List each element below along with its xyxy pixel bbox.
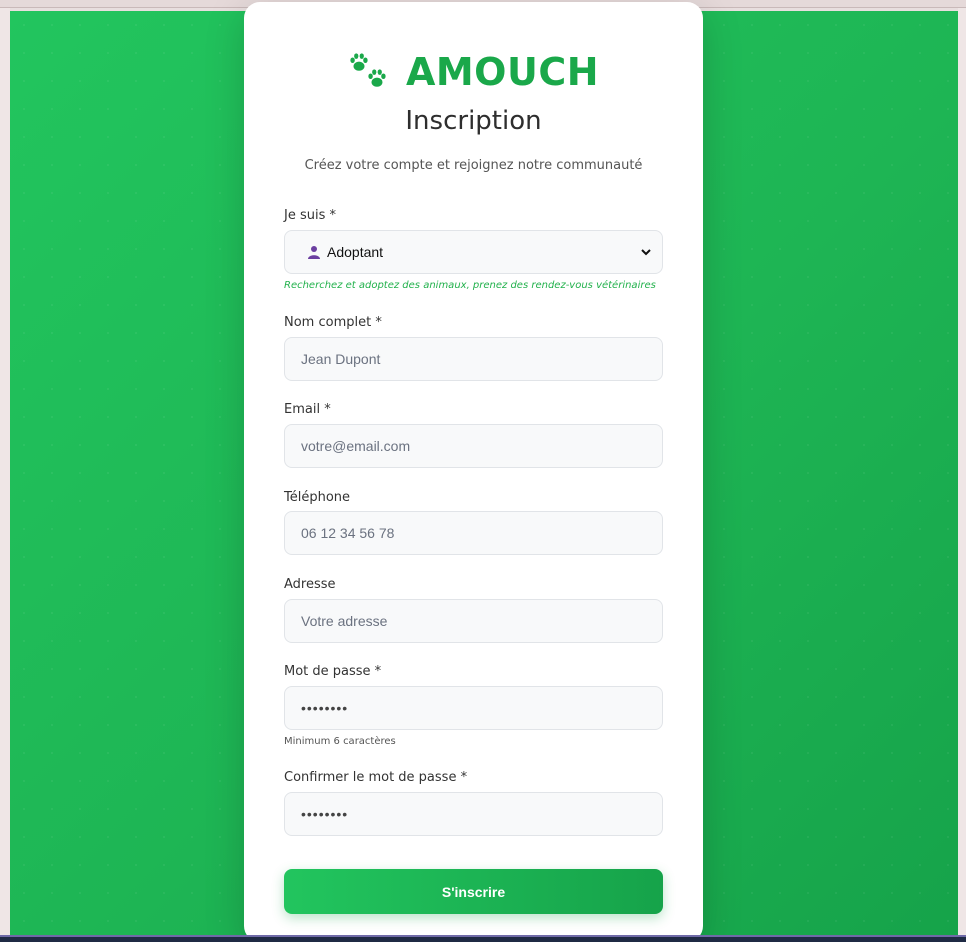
address-input[interactable] (301, 613, 646, 629)
window-frame-right (958, 8, 966, 938)
page-subtitle: Créez votre compte et rejoignez notre co… (304, 158, 643, 173)
name-field[interactable] (284, 337, 663, 381)
signup-card: AMOUCH Inscription Créez votre compte et… (244, 2, 703, 942)
phone-field[interactable] (284, 511, 663, 555)
brand-name: AMOUCH (405, 50, 600, 94)
role-select[interactable]: Adoptant (284, 230, 663, 274)
phone-input[interactable] (301, 525, 646, 541)
brand-header: AMOUCH (244, 50, 703, 94)
signup-button[interactable]: S'inscrire (284, 869, 663, 914)
address-label: Adresse (284, 577, 336, 592)
page-title: Inscription (405, 106, 542, 136)
password-label: Mot de passe * (284, 664, 382, 679)
name-label: Nom complet * (284, 315, 382, 330)
taskbar (0, 935, 966, 942)
password-field[interactable]: •••••••• (284, 686, 663, 730)
email-input[interactable] (301, 438, 646, 454)
confirm-password-field[interactable]: •••••••• (284, 792, 663, 836)
confirm-password-value: •••••••• (301, 806, 349, 822)
chevron-down-icon (641, 249, 651, 256)
user-icon (308, 246, 320, 259)
name-input[interactable] (301, 351, 646, 367)
password-value: •••••••• (301, 700, 349, 716)
email-label: Email * (284, 402, 331, 417)
confirm-password-label: Confirmer le mot de passe * (284, 770, 468, 785)
phone-label: Téléphone (284, 490, 351, 505)
email-field[interactable] (284, 424, 663, 468)
password-helper: Minimum 6 caractères (284, 736, 396, 747)
window-frame-left (0, 8, 10, 938)
role-label: Je suis * (284, 208, 336, 223)
role-hint: Recherchez et adoptez des animaux, prene… (284, 280, 656, 291)
address-field[interactable] (284, 599, 663, 643)
paw-icon (348, 52, 392, 92)
role-selected-value: Adoptant (327, 244, 384, 260)
